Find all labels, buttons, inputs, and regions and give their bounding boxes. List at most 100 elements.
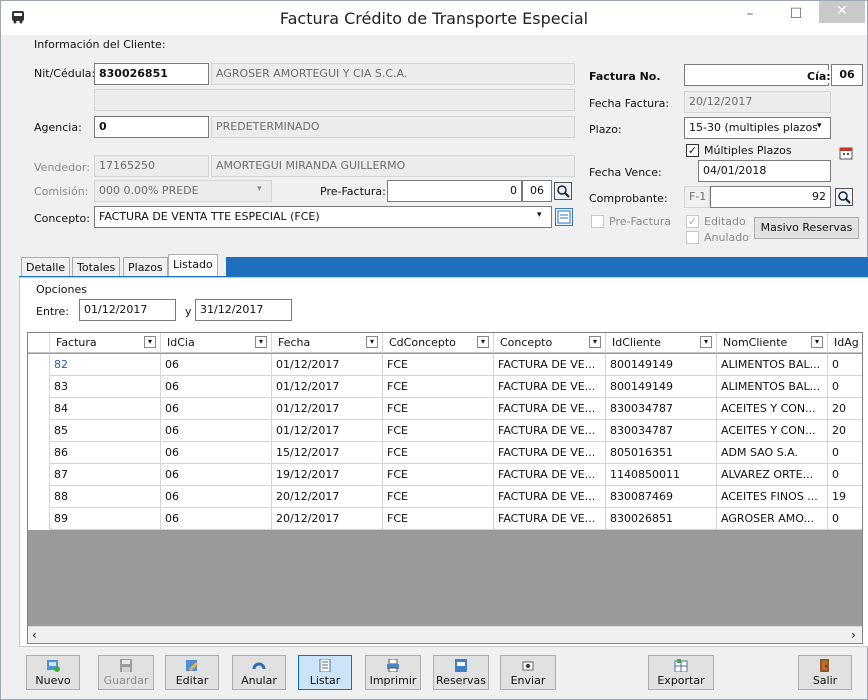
cell-idcia[interactable]: 06 (161, 354, 272, 376)
cell-idcliente[interactable]: 800149149 (606, 354, 717, 376)
cell-idcliente[interactable]: 800149149 (606, 376, 717, 398)
cell-cdconcepto[interactable]: FCE (383, 464, 494, 486)
cell-idcliente[interactable]: 1140850011 (606, 464, 717, 486)
cell-idag[interactable]: 19 (828, 486, 862, 508)
cell-fecha[interactable]: 01/12/2017 (272, 420, 383, 442)
horizontal-scrollbar[interactable]: ‹ › (28, 626, 862, 643)
plazo-dropdown-icon[interactable]: ▾ (817, 121, 822, 131)
cell-factura[interactable]: 82 (50, 354, 161, 376)
cell-idag[interactable]: 20 (828, 420, 862, 442)
tab-detalle[interactable]: Detalle (21, 257, 71, 277)
agencia-field[interactable]: 0 (94, 116, 209, 138)
concepto-form-button[interactable] (555, 208, 573, 226)
cell-fecha[interactable]: 20/12/2017 (272, 486, 383, 508)
row-selector[interactable] (28, 508, 50, 530)
cell-factura[interactable]: 89 (50, 508, 161, 530)
cell-nomcliente[interactable]: AGROSER AMO... (717, 508, 828, 530)
comprobante-field[interactable]: 92 (710, 186, 831, 208)
cia-field[interactable]: 06 (831, 64, 863, 86)
nuevo-button[interactable]: Nuevo (26, 655, 80, 690)
row-selector[interactable] (28, 420, 50, 442)
anulado-checkbox[interactable] (686, 231, 699, 244)
cell-idcliente[interactable]: 830034787 (606, 398, 717, 420)
cell-fecha[interactable]: 01/12/2017 (272, 398, 383, 420)
multiples-plazos-checkbox[interactable]: ✓ (686, 144, 699, 157)
cell-idcia[interactable]: 06 (161, 376, 272, 398)
cell-concepto[interactable]: FACTURA DE VE... (494, 420, 606, 442)
cell-fecha[interactable]: 01/12/2017 (272, 354, 383, 376)
editado-checkbox[interactable]: ✓ (686, 215, 699, 228)
masivo-reservas-button[interactable]: Masivo Reservas (754, 217, 859, 239)
plazo-select[interactable]: 15-30 (multiples plazos (684, 117, 831, 139)
row-selector[interactable] (28, 486, 50, 508)
cell-nomcliente[interactable]: ACEITES Y CON... (717, 420, 828, 442)
cell-cdconcepto[interactable]: FCE (383, 420, 494, 442)
scroll-right-icon[interactable]: › (851, 628, 856, 642)
cell-factura[interactable]: 88 (50, 486, 161, 508)
tab-listado[interactable]: Listado (168, 254, 218, 277)
filter-dropdown-icon[interactable]: ▾ (366, 336, 378, 348)
cell-factura[interactable]: 85 (50, 420, 161, 442)
prefactura-checkbox[interactable] (591, 215, 604, 228)
col-concepto[interactable]: Concepto ▾ (494, 333, 606, 353)
listar-button[interactable]: Listar (298, 655, 352, 690)
cell-concepto[interactable]: FACTURA DE VE... (494, 486, 606, 508)
row-selector[interactable] (28, 398, 50, 420)
tab-totales[interactable]: Totales (72, 257, 121, 277)
salir-button[interactable]: Salir (798, 655, 852, 690)
imprimir-button[interactable]: Imprimir (365, 655, 421, 690)
table-row[interactable]: 89 06 20/12/2017 FCE FACTURA DE VE... 8300268… (28, 508, 862, 530)
cell-nomcliente[interactable]: ADM SAO S.A. (717, 442, 828, 464)
col-factura[interactable]: Factura ▾ (50, 333, 161, 353)
maximize-button[interactable]: ☐ (773, 1, 819, 31)
cell-cdconcepto[interactable]: FCE (383, 354, 494, 376)
concepto-select[interactable]: FACTURA DE VENTA TTE ESPECIAL (FCE) (94, 206, 552, 228)
cell-concepto[interactable]: FACTURA DE VE... (494, 376, 606, 398)
cell-factura[interactable]: 83 (50, 376, 161, 398)
minimize-button[interactable]: – (727, 1, 773, 31)
table-row[interactable]: 86 06 15/12/2017 FCE FACTURA DE VE... 8050163… (28, 442, 862, 464)
table-row[interactable]: 88 06 20/12/2017 FCE FACTURA DE VE... 8300874… (28, 486, 862, 508)
cell-idag[interactable]: 0 (828, 354, 862, 376)
cell-cdconcepto[interactable]: FCE (383, 442, 494, 464)
cell-idcia[interactable]: 06 (161, 486, 272, 508)
cell-idcliente[interactable]: 830034787 (606, 420, 717, 442)
cell-cdconcepto[interactable]: FCE (383, 376, 494, 398)
listado-grid[interactable]: Factura ▾ IdCia ▾ Fecha ▾ CdConcepto ▾ Conce… (27, 332, 863, 644)
guardar-button[interactable]: Guardar (98, 655, 154, 690)
col-idcia[interactable]: IdCia ▾ (161, 333, 272, 353)
cell-factura[interactable]: 86 (50, 442, 161, 464)
cell-idcia[interactable]: 06 (161, 398, 272, 420)
cell-cdconcepto[interactable]: FCE (383, 486, 494, 508)
cell-concepto[interactable]: FACTURA DE VE... (494, 508, 606, 530)
cell-idcliente[interactable]: 805016351 (606, 442, 717, 464)
anular-button[interactable]: Anular (232, 655, 286, 690)
date-from-field[interactable]: 01/12/2017 (79, 299, 176, 321)
cell-factura[interactable]: 84 (50, 398, 161, 420)
scroll-left-icon[interactable]: ‹ (32, 628, 37, 642)
col-idcliente[interactable]: IdCliente ▾ (606, 333, 717, 353)
cell-concepto[interactable]: FACTURA DE VE... (494, 398, 606, 420)
filter-dropdown-icon[interactable]: ▾ (700, 336, 712, 348)
col-idag[interactable]: IdAg (828, 333, 862, 353)
comprobante-search-button[interactable] (835, 188, 853, 206)
cell-nomcliente[interactable]: ACEITES Y CON... (717, 398, 828, 420)
cell-nomcliente[interactable]: ACEITES FINOS ... (717, 486, 828, 508)
table-row[interactable]: 83 06 01/12/2017 FCE FACTURA DE VE... 8001491… (28, 376, 862, 398)
calendar-icon[interactable] (839, 146, 853, 160)
cell-idcliente[interactable]: 830026851 (606, 508, 717, 530)
cell-idcia[interactable]: 06 (161, 442, 272, 464)
table-row[interactable]: 82 06 01/12/2017 FCE FACTURA DE VE... 8001491… (28, 354, 862, 376)
reservas-button[interactable]: Reservas (433, 655, 489, 690)
cell-fecha[interactable]: 20/12/2017 (272, 508, 383, 530)
filter-dropdown-icon[interactable]: ▾ (255, 336, 267, 348)
enviar-button[interactable]: Enviar (500, 655, 556, 690)
cell-idcliente[interactable]: 830087469 (606, 486, 717, 508)
filter-dropdown-icon[interactable]: ▾ (589, 336, 601, 348)
table-row[interactable]: 87 06 19/12/2017 FCE FACTURA DE VE... 1140850… (28, 464, 862, 486)
prefactura-cia-field[interactable]: 06 (522, 180, 552, 202)
fecha-vence-field[interactable]: 04/01/2018 (698, 160, 831, 182)
filter-dropdown-icon[interactable]: ▾ (144, 336, 156, 348)
col-cdconcepto[interactable]: CdConcepto ▾ (383, 333, 494, 353)
exportar-button[interactable]: Exportar (648, 655, 714, 690)
